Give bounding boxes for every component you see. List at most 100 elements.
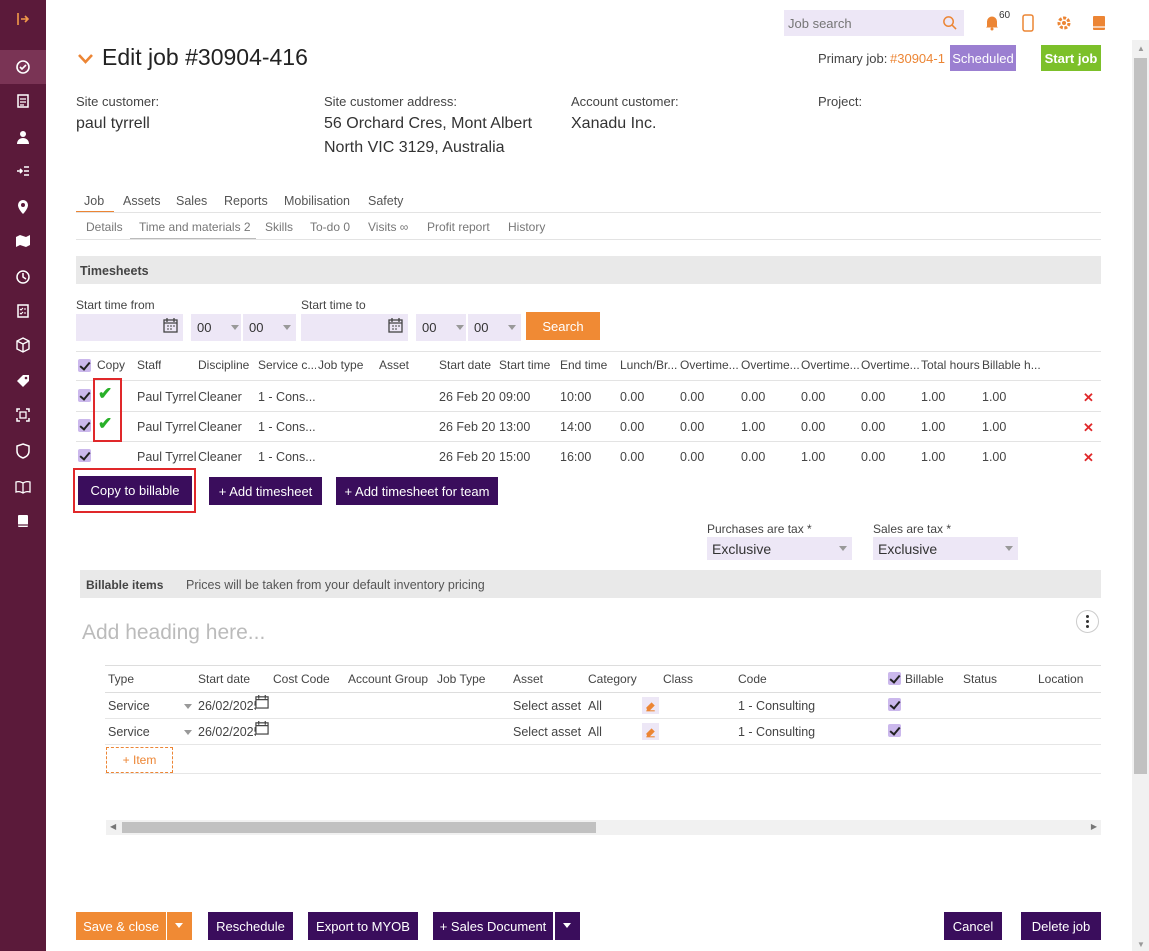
brow-type[interactable]: Service	[108, 725, 150, 739]
tab-safety[interactable]: Safety	[368, 194, 403, 208]
cancel-button[interactable]: Cancel	[944, 912, 1002, 940]
eraser-icon[interactable]	[642, 723, 659, 740]
brow-select-asset[interactable]: Select asset	[513, 699, 581, 713]
shield-icon[interactable]	[0, 434, 46, 468]
delete-row-icon[interactable]: ✕	[1083, 420, 1094, 436]
bcol-type[interactable]: Type	[108, 672, 134, 686]
col-service-code[interactable]: Service c...	[258, 358, 316, 372]
row-staff-link[interactable]: Paul Tyrrell	[137, 450, 197, 464]
row-checkbox[interactable]	[78, 419, 91, 432]
reschedule-button[interactable]: Reschedule	[208, 912, 293, 940]
copy-to-billable-button[interactable]: Copy to billable	[78, 476, 192, 505]
bell-icon[interactable]	[984, 14, 1000, 31]
scroll-right-icon[interactable]: ▶	[1091, 822, 1097, 831]
horizontal-scrollbar[interactable]: ◀ ▶	[106, 820, 1101, 835]
sales-document-button[interactable]: + Sales Document	[433, 912, 553, 940]
brow-billable-checkbox[interactable]	[888, 724, 901, 737]
primary-job-link[interactable]: #30904-1	[890, 51, 945, 66]
collapse-chevron-icon[interactable]	[78, 53, 93, 65]
row-staff-link[interactable]: Paul Tyrrell	[137, 420, 197, 434]
col-start-date[interactable]: Start date	[439, 358, 491, 372]
col-copy[interactable]: Copy	[97, 358, 125, 372]
bcol-location[interactable]: Location	[1038, 672, 1083, 686]
help-book-icon[interactable]	[1092, 15, 1106, 31]
calendar-icon[interactable]	[255, 720, 269, 735]
expand-sidebar-icon[interactable]	[0, 2, 46, 36]
brow-start-date[interactable]: 26/02/2025	[198, 699, 256, 713]
forms-icon[interactable]	[0, 294, 46, 328]
search-button[interactable]: Search	[526, 312, 600, 340]
add-timesheet-team-button[interactable]: + Add timesheet for team	[336, 477, 498, 505]
bcol-job-type[interactable]: Job Type	[437, 672, 485, 686]
account-customer-link[interactable]: Xanadu Inc.	[571, 115, 656, 133]
chevron-down-icon[interactable]	[184, 730, 192, 735]
col-overtime-2[interactable]: Overtime...	[741, 358, 799, 372]
purchases-tax-select[interactable]: Exclusive	[707, 537, 852, 560]
bcol-category[interactable]: Category	[588, 672, 637, 686]
vertical-scrollbar[interactable]: ▲ ▼	[1132, 40, 1149, 951]
billable-all-checkbox[interactable]	[888, 672, 901, 685]
location-icon[interactable]	[0, 190, 46, 224]
map-icon[interactable]	[0, 224, 46, 258]
tab-sales[interactable]: Sales	[176, 194, 207, 208]
scroll-up-icon[interactable]: ▲	[1137, 44, 1145, 53]
row-start-date[interactable]: 26 Feb 20	[439, 390, 497, 404]
scroll-down-icon[interactable]: ▼	[1137, 940, 1145, 949]
row-checkbox[interactable]	[78, 449, 91, 462]
col-discipline[interactable]: Discipline	[198, 358, 249, 372]
subtab-visits[interactable]: Visits ∞	[368, 220, 408, 234]
save-close-button[interactable]: Save & close	[76, 912, 166, 940]
jobs-icon[interactable]	[0, 50, 46, 84]
subtab-todo[interactable]: To-do 0	[310, 220, 350, 234]
col-lunch[interactable]: Lunch/Br...	[620, 358, 678, 372]
start-job-button[interactable]: Start job	[1041, 45, 1101, 71]
col-overtime-1[interactable]: Overtime...	[680, 358, 738, 372]
search-icon[interactable]	[942, 15, 957, 30]
bcol-asset[interactable]: Asset	[513, 672, 543, 686]
chevron-down-icon[interactable]	[184, 704, 192, 709]
mobile-icon[interactable]	[1022, 14, 1034, 32]
workflow-icon[interactable]	[0, 154, 46, 188]
col-staff[interactable]: Staff	[137, 358, 161, 372]
subtab-profit-report[interactable]: Profit report	[427, 220, 490, 234]
subtab-history[interactable]: History	[508, 220, 545, 234]
tab-mobilisation[interactable]: Mobilisation	[284, 194, 350, 208]
delete-job-button[interactable]: Delete job	[1021, 912, 1101, 940]
tab-reports[interactable]: Reports	[224, 194, 268, 208]
col-total-hours[interactable]: Total hours	[921, 358, 980, 372]
export-myob-button[interactable]: Export to MYOB	[308, 912, 418, 940]
inventory-icon[interactable]	[0, 328, 46, 362]
vertical-scrollbar-thumb[interactable]	[1134, 58, 1147, 774]
col-job-type[interactable]: Job type	[318, 358, 363, 372]
brow-category[interactable]: All	[588, 699, 602, 713]
subtab-details[interactable]: Details	[86, 220, 123, 234]
row-checkbox[interactable]	[78, 389, 91, 402]
calendar-icon[interactable]	[255, 694, 269, 709]
col-end-time[interactable]: End time	[560, 358, 607, 372]
eraser-icon[interactable]	[642, 697, 659, 714]
sales-tax-select[interactable]: Exclusive	[873, 537, 1018, 560]
brow-type[interactable]: Service	[108, 699, 150, 713]
brow-select-asset[interactable]: Select asset	[513, 725, 581, 739]
col-start-time[interactable]: Start time	[499, 358, 550, 372]
scan-icon[interactable]	[0, 398, 46, 432]
calendar-icon[interactable]	[163, 317, 178, 333]
bcol-status[interactable]: Status	[963, 672, 997, 686]
tab-assets[interactable]: Assets	[123, 194, 161, 208]
job-search-box[interactable]	[784, 10, 964, 36]
row-start-date[interactable]: 26 Feb 20	[439, 450, 497, 464]
row-staff-link[interactable]: Paul Tyrrell	[137, 390, 197, 404]
quotes-icon[interactable]	[0, 84, 46, 118]
tag-icon[interactable]	[0, 364, 46, 398]
book-icon[interactable]	[0, 470, 46, 504]
bcol-start-date[interactable]: Start date	[198, 672, 250, 686]
clock-icon[interactable]	[0, 260, 46, 294]
bcol-account-group[interactable]: Account Group	[348, 672, 428, 686]
col-asset[interactable]: Asset	[379, 358, 409, 372]
job-search-input[interactable]	[788, 14, 938, 32]
more-options-icon[interactable]	[1076, 610, 1099, 633]
bcol-code[interactable]: Code	[738, 672, 767, 686]
tab-job[interactable]: Job	[84, 194, 104, 208]
book2-icon[interactable]	[0, 504, 46, 538]
delete-row-icon[interactable]: ✕	[1083, 390, 1094, 406]
